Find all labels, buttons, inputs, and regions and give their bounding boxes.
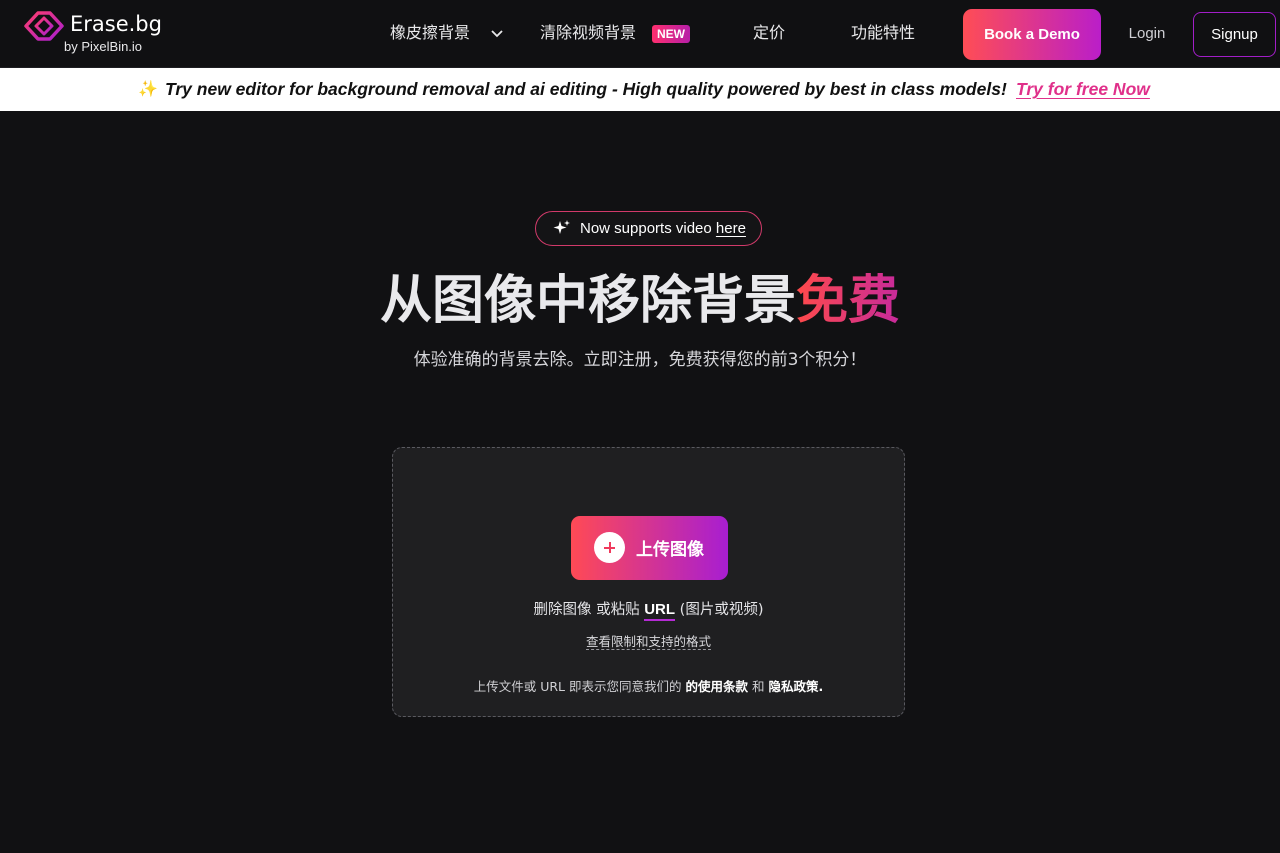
upload-dropzone[interactable]: 上传图像 删除图像 或粘贴 URL (图片或视频) 查看限制和支持的格式 上传文…	[392, 447, 905, 717]
top-navbar: Erase.bg by PixelBin.io 橡皮擦背景 清除视频背景 NEW…	[0, 0, 1280, 68]
nav-remove-bg-dropdown[interactable]: 橡皮擦背景	[390, 22, 510, 44]
promo-banner-text: Try new editor for background removal an…	[165, 79, 1007, 99]
video-support-text: Now supports video here	[580, 220, 746, 237]
promo-banner: ✨ Try new editor for background removal …	[0, 68, 1280, 111]
page-subtitle: 体验准确的背景去除。立即注册，免费获得您的前3个积分！	[413, 350, 867, 370]
chevron-down-icon	[491, 30, 503, 38]
nav-features-label: 功能特性	[851, 23, 916, 42]
logo-tagline: by PixelBin.io	[64, 39, 143, 54]
nav-remove-video-bg[interactable]: 清除视频背景	[540, 22, 636, 44]
upload-image-label: 上传图像	[636, 540, 704, 559]
terms-notice: 上传文件或 URL 即表示您同意我们的 的使用条款 和 隐私政策.	[393, 676, 904, 695]
terms-of-use-link[interactable]: 的使用条款	[685, 679, 748, 694]
video-support-label: Now supports video	[580, 220, 712, 237]
paste-url-link[interactable]: URL	[644, 601, 676, 621]
plus-icon	[594, 532, 625, 563]
signup-button[interactable]: Signup	[1193, 12, 1276, 57]
nav-features[interactable]: 功能特性	[851, 22, 915, 44]
new-badge: NEW	[652, 25, 690, 43]
login-button[interactable]: Login	[1122, 22, 1172, 46]
drop-text-suffix: (图片或视频)	[679, 602, 764, 618]
page-title-main: 从图像中移除背景	[379, 270, 796, 331]
drop-or-paste-text: 删除图像 或粘贴 URL (图片或视频)	[393, 598, 904, 621]
page-title-accent: 免费	[796, 270, 901, 331]
terms-end-period: .	[818, 679, 824, 694]
drop-text-label: 删除图像 或粘贴	[533, 602, 640, 618]
limits-formats-link[interactable]: 查看限制和支持的格式	[585, 634, 711, 650]
erase-bg-logo-icon	[24, 11, 64, 41]
sparkles-icon: ✨	[138, 81, 158, 98]
privacy-policy-link[interactable]: 隐私政策	[768, 679, 818, 694]
terms-prefix: 上传文件或 URL 即表示您同意我们的	[473, 679, 682, 694]
upload-image-button[interactable]: 上传图像	[571, 516, 728, 580]
try-free-now-link[interactable]: Try for free Now	[1016, 79, 1150, 100]
video-support-pill[interactable]: Now supports video here	[535, 211, 762, 246]
limits-formats-row: 查看限制和支持的格式	[393, 631, 904, 650]
nav-pricing-label: 定价	[753, 23, 786, 42]
sparkle-icon	[553, 220, 570, 234]
nav-remove-bg-label: 橡皮擦背景	[390, 23, 471, 42]
video-support-here-link[interactable]: here	[716, 220, 746, 237]
erase-bg-logo[interactable]: Erase.bg by PixelBin.io	[24, 10, 164, 58]
terms-and: 和	[751, 679, 765, 694]
logo-wordmark: Erase.bg	[70, 12, 162, 36]
nav-pricing[interactable]: 定价	[753, 22, 785, 44]
book-demo-button[interactable]: Book a Demo	[963, 9, 1101, 60]
nav-remove-video-bg-label: 清除视频背景	[540, 23, 637, 42]
page-title: 从图像中移除背景免费	[0, 258, 1280, 333]
